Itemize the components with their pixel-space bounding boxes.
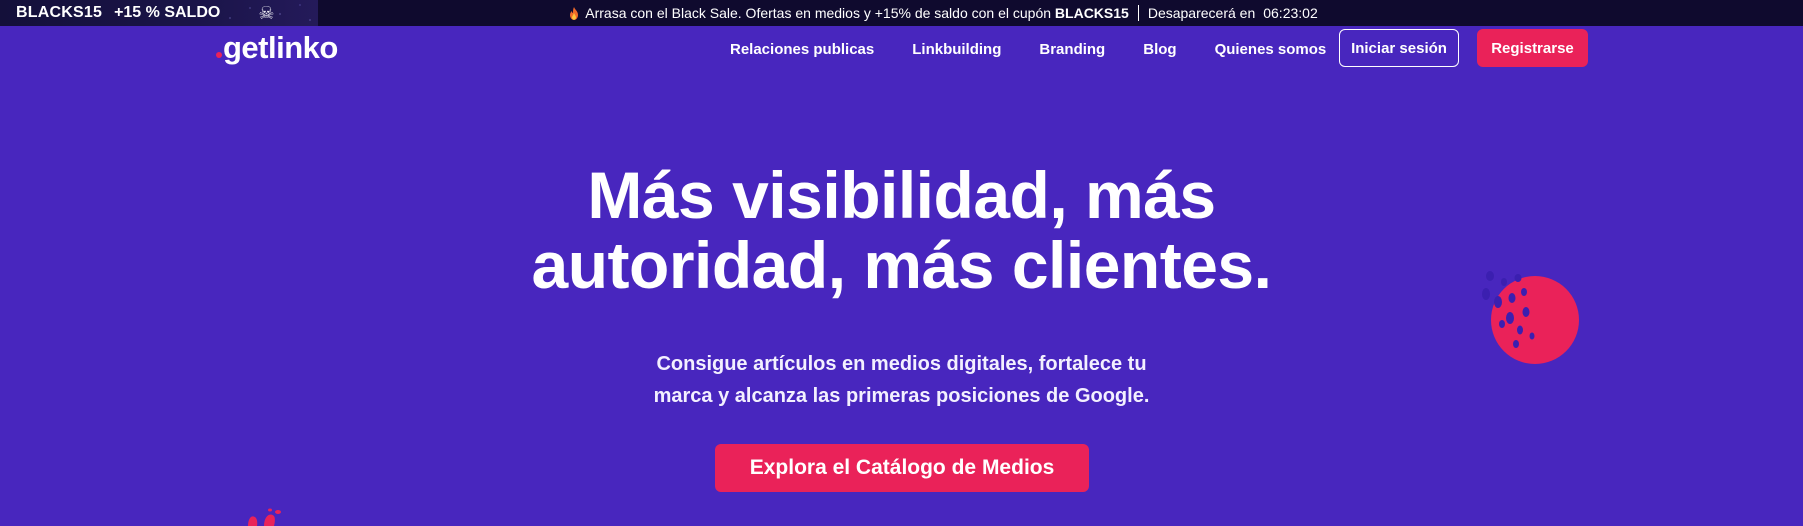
promo-message: Arrasa con el Black Sale. Ofertas en med… bbox=[585, 5, 1129, 21]
fire-icon bbox=[570, 6, 579, 20]
nav-branding[interactable]: Branding bbox=[1039, 41, 1105, 58]
explore-catalog-button[interactable]: Explora el Catálogo de Medios bbox=[715, 444, 1089, 492]
berry-decoration-icon bbox=[1482, 271, 1579, 364]
skull-crossbones-icon: ☠ bbox=[258, 3, 275, 23]
nav-blog[interactable]: Blog bbox=[1143, 41, 1176, 58]
hero-subtitle-line-2: marca y alcanza las primeras posiciones … bbox=[653, 385, 1150, 407]
getlinko-logo[interactable]: getlinko bbox=[216, 30, 338, 66]
promo-message-code: BLACKS15 bbox=[1054, 5, 1129, 21]
countdown-timer: 06:23:02 bbox=[1263, 5, 1318, 21]
logo-text: getlinko bbox=[223, 30, 338, 65]
promo-message-text: Arrasa con el Black Sale. Ofertas en med… bbox=[585, 5, 1055, 21]
hero-title-line-1: Más visibilidad, más bbox=[587, 158, 1216, 232]
promo-divider bbox=[1137, 5, 1139, 21]
register-button[interactable]: Registrarse bbox=[1477, 29, 1588, 67]
site-header: getlinko Relaciones publicas Linkbuildin… bbox=[0, 26, 1803, 72]
promo-bar: BLACKS15 +15 % SALDO ☠ Arrasa con el Bla… bbox=[0, 0, 1803, 26]
promo-coupon-banner[interactable]: BLACKS15 +15 % SALDO ☠ bbox=[0, 0, 318, 26]
splash-decoration-icon bbox=[248, 508, 281, 526]
nav-linkbuilding[interactable]: Linkbuilding bbox=[912, 41, 1001, 58]
hero-subtitle-line-1: Consigue artículos en medios digitales, … bbox=[656, 353, 1147, 375]
hero-title-line-2: autoridad, más clientes. bbox=[531, 228, 1272, 302]
promo-coupon-code: BLACKS15 bbox=[16, 4, 103, 21]
nav-relaciones-publicas[interactable]: Relaciones publicas bbox=[730, 41, 874, 58]
main-nav: Relaciones publicas Linkbuilding Brandin… bbox=[730, 26, 1326, 72]
nav-quienes-somos[interactable]: Quienes somos bbox=[1215, 41, 1327, 58]
promo-bonus-text: +15 % SALDO bbox=[114, 4, 221, 21]
countdown-label: Desaparecerá en bbox=[1147, 5, 1256, 21]
login-button[interactable]: Iniciar sesión bbox=[1339, 29, 1459, 67]
logo-dot bbox=[216, 52, 222, 58]
